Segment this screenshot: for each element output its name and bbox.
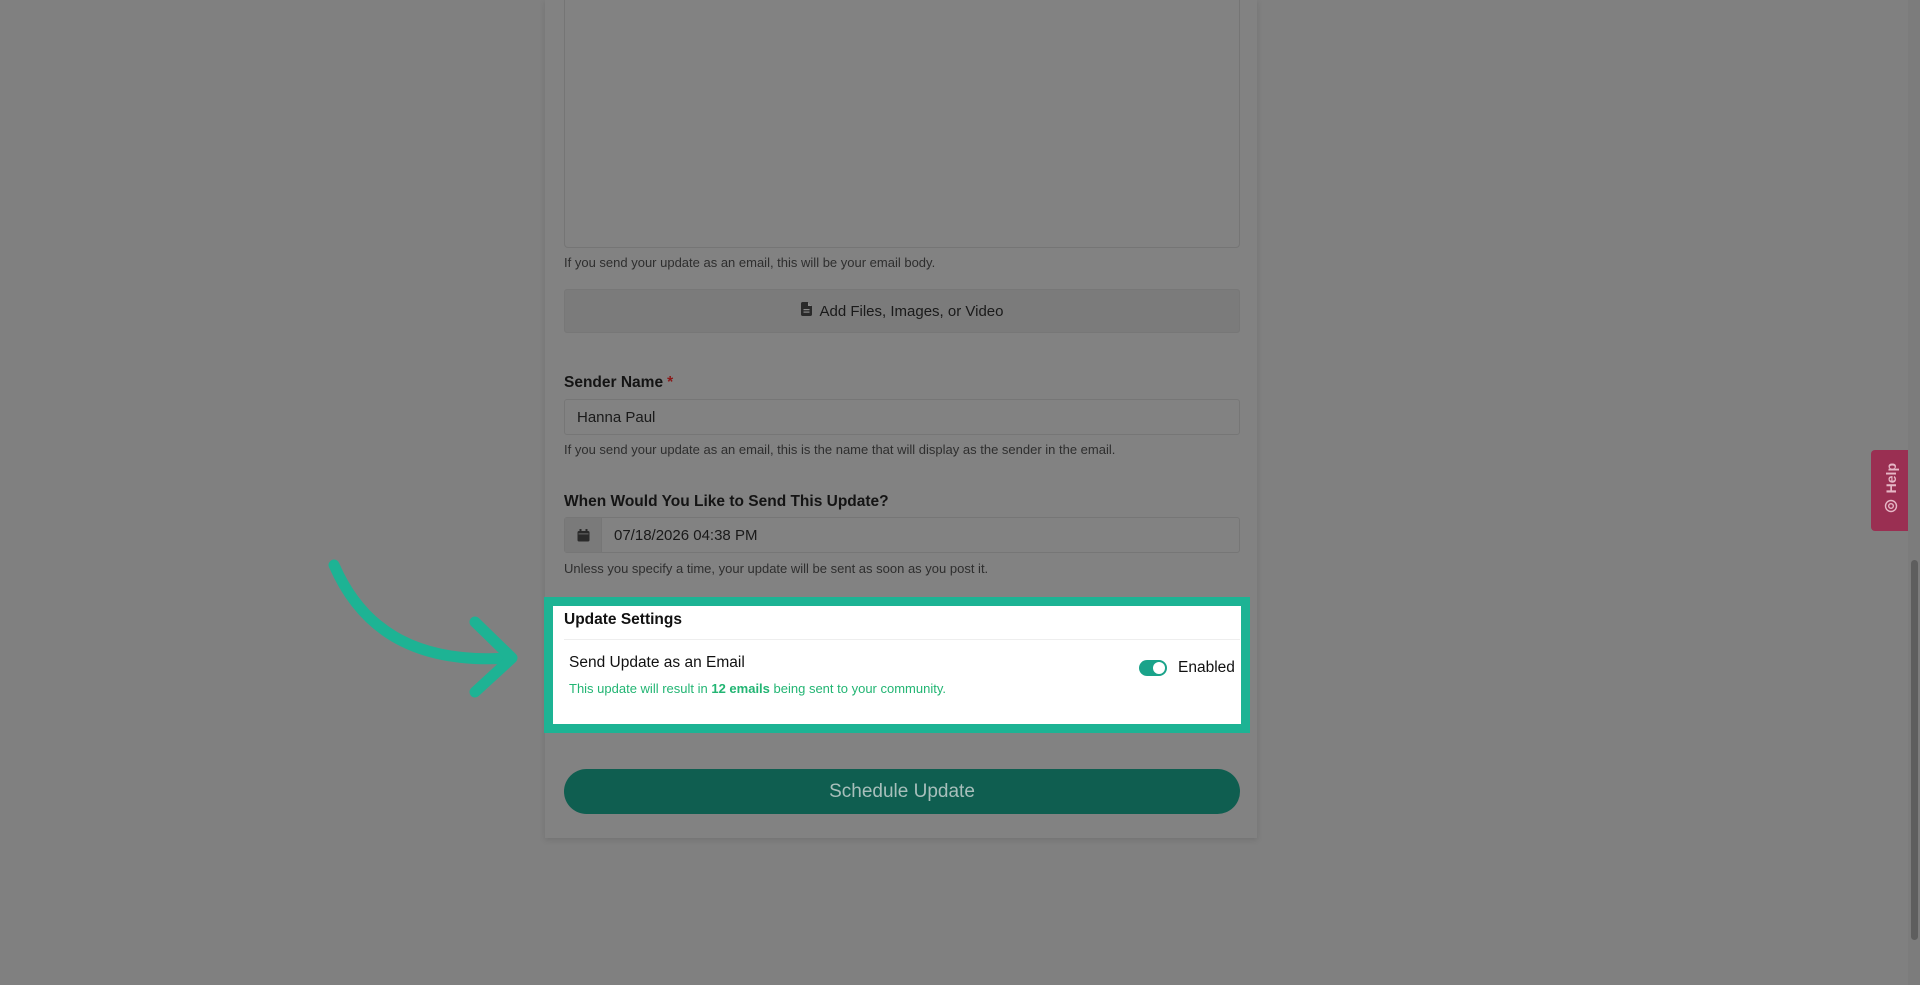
file-icon [800, 302, 812, 320]
toggle-knob [1153, 662, 1165, 674]
update-body-textarea[interactable] [564, 0, 1240, 248]
body-hint: If you send your update as an email, thi… [564, 255, 936, 270]
sender-name-value: Hanna Paul [577, 408, 656, 426]
schedule-label: When Would You Like to Send This Update? [564, 493, 889, 510]
help-tab[interactable]: Help [1871, 450, 1910, 531]
add-files-label: Add Files, Images, or Video [819, 302, 1004, 320]
annotation-arrow-icon [328, 559, 518, 698]
send-as-email-label: Send Update as an Email [569, 654, 745, 671]
sender-name-input[interactable]: Hanna Paul [564, 399, 1240, 435]
update-settings-title: Update Settings [564, 611, 682, 628]
required-mark: * [667, 374, 674, 391]
send-email-toggle[interactable] [1139, 660, 1167, 676]
sender-name-hint: If you send your update as an email, thi… [564, 442, 1116, 457]
toggle-state-label: Enabled [1178, 659, 1235, 676]
email-note-suffix: being sent to your community. [773, 681, 946, 696]
lifebuoy-icon [1884, 499, 1898, 518]
help-label: Help [1882, 462, 1899, 494]
calendar-icon[interactable] [565, 518, 602, 552]
schedule-hint: Unless you specify a time, your update w… [564, 561, 989, 576]
schedule-update-button[interactable]: Schedule Update [564, 769, 1240, 814]
divider [564, 639, 1240, 640]
email-count: 12 emails [711, 681, 770, 696]
schedule-datetime-value: 07/18/2026 04:38 PM [614, 526, 758, 544]
sender-name-label: Sender Name * [564, 374, 673, 392]
sender-name-label-text: Sender Name [564, 374, 664, 391]
email-note-prefix: This update will result in [569, 681, 708, 696]
add-files-button[interactable]: Add Files, Images, or Video [564, 289, 1240, 333]
email-count-note: This update will result in 12 emails bei… [569, 681, 946, 696]
scrollbar-thumb[interactable] [1911, 560, 1918, 940]
schedule-datetime-input[interactable]: 07/18/2026 04:38 PM [564, 517, 1240, 553]
